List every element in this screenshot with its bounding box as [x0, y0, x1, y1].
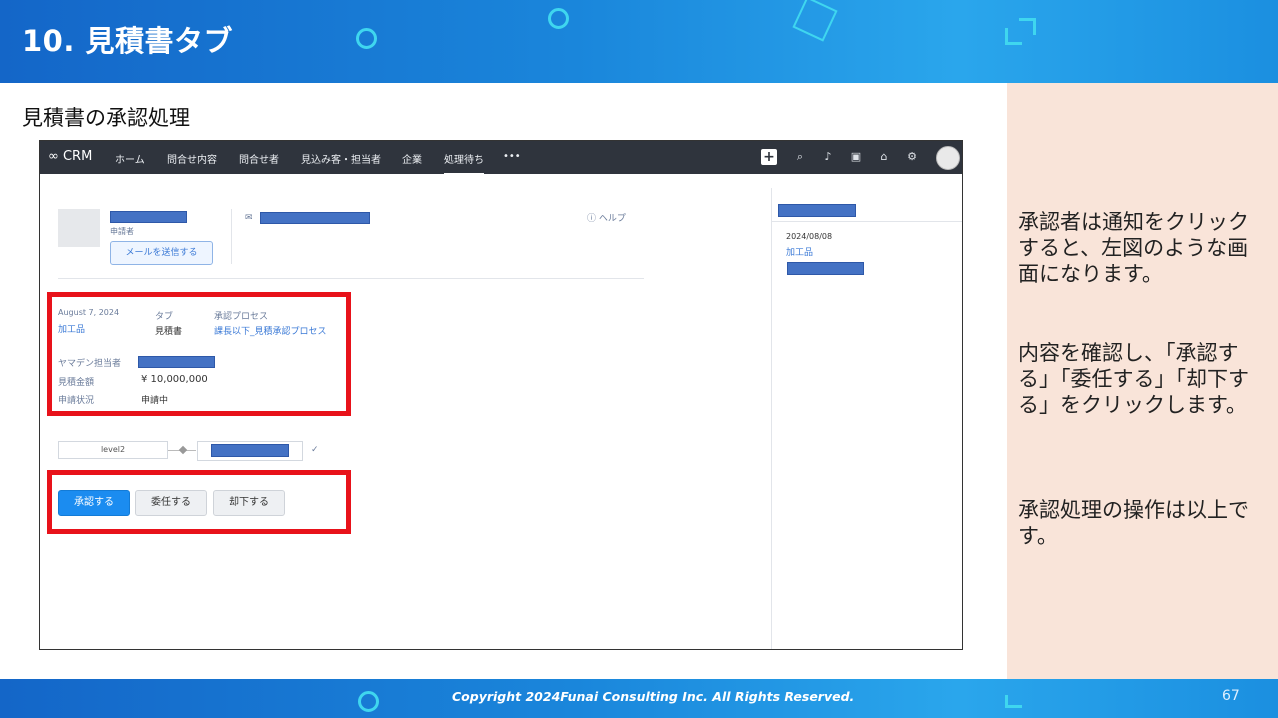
decor-circle-icon — [356, 28, 377, 49]
search-icon[interactable]: ⌕ — [793, 150, 807, 164]
logo-text: CRM — [62, 149, 93, 164]
store-icon[interactable]: ⌂ — [877, 150, 891, 164]
requester-avatar — [58, 209, 100, 247]
details-highlight-box — [47, 292, 351, 416]
nav-item-pending[interactable]: 処理待ち — [444, 151, 484, 175]
actions-highlight-box — [47, 470, 351, 534]
logo-icon: ∞ — [48, 149, 63, 164]
side-title-redacted — [778, 204, 856, 217]
help-link[interactable]: ⓘ ヘルプ — [587, 211, 626, 224]
plus-icon[interactable]: + — [761, 149, 777, 165]
check-icon: ✓ — [311, 445, 319, 455]
side-header-divider — [772, 221, 962, 222]
slide-footer: Copyright 2024Funai Consulting Inc. All … — [0, 679, 1278, 718]
side-body-redacted — [787, 262, 864, 275]
side-category[interactable]: 加工品 — [786, 245, 813, 258]
nav-item-prospects[interactable]: 見込み客・担当者 — [301, 151, 381, 166]
notes-panel: 承認者は通知をクリックすると、左図のような画面になります。 内容を確認し、「承認… — [1007, 83, 1278, 679]
vertical-divider — [231, 209, 232, 264]
decor-circle-icon — [548, 8, 569, 29]
help-icon: ⓘ — [587, 214, 599, 224]
flow-node-icon — [178, 445, 188, 455]
side-panel-divider — [771, 188, 772, 649]
nav-item-home[interactable]: ホーム — [115, 151, 145, 166]
email-redacted — [260, 212, 370, 224]
decor-circle-icon — [358, 691, 379, 712]
note-2: 内容を確認し、「承認する」「委任する」「却下する」をクリックします。 — [1018, 341, 1249, 417]
side-date: 2024/08/08 — [786, 232, 833, 241]
mail-icon: ✉ — [245, 213, 253, 223]
slide-subtitle: 見積書の承認処理 — [22, 106, 190, 130]
decor-diamond-icon — [792, 0, 838, 42]
slide-header: 10. 見積書タブ — [0, 0, 1278, 83]
page-number: 67 — [1222, 688, 1240, 704]
gear-icon[interactable]: ⚙ — [905, 150, 919, 164]
send-mail-button[interactable]: メールを送信する — [110, 241, 213, 265]
crm-navbar: ∞ CRM ホーム 問合せ内容 問合せ者 見込み客・担当者 企業 処理待ち ••… — [40, 141, 962, 175]
crm-logo[interactable]: ∞ CRM — [48, 149, 92, 164]
requester-name-redacted — [110, 211, 187, 223]
approver-redacted — [211, 444, 289, 457]
user-avatar[interactable] — [936, 146, 960, 170]
note-3: 承認処理の操作は以上です。 — [1018, 498, 1249, 548]
nav-item-inquirer[interactable]: 問合せ者 — [239, 151, 279, 166]
nav-item-company[interactable]: 企業 — [402, 151, 422, 166]
flow-level-step: level2 — [58, 441, 168, 459]
copyright: Copyright 2024Funai Consulting Inc. All … — [452, 689, 855, 704]
horizontal-divider — [58, 278, 644, 279]
nav-more-button[interactable]: ••• — [503, 151, 521, 162]
requester-label: 申請者 — [110, 227, 134, 236]
nav-item-inquiry-content[interactable]: 問合せ内容 — [167, 151, 217, 166]
crm-screenshot: ∞ CRM ホーム 問合せ内容 問合せ者 見込み客・担当者 企業 処理待ち ••… — [39, 140, 963, 650]
decor-step-icon — [1005, 695, 1022, 708]
help-label: ヘルプ — [598, 214, 626, 224]
bell-icon[interactable]: ♪ — [821, 150, 835, 164]
tablet-icon[interactable]: ▣ — [849, 150, 863, 164]
slide-title: 10. 見積書タブ — [22, 24, 233, 58]
decor-step-icon — [1019, 18, 1036, 35]
note-1: 承認者は通知をクリックすると、左図のような画面になります。 — [1018, 210, 1249, 286]
